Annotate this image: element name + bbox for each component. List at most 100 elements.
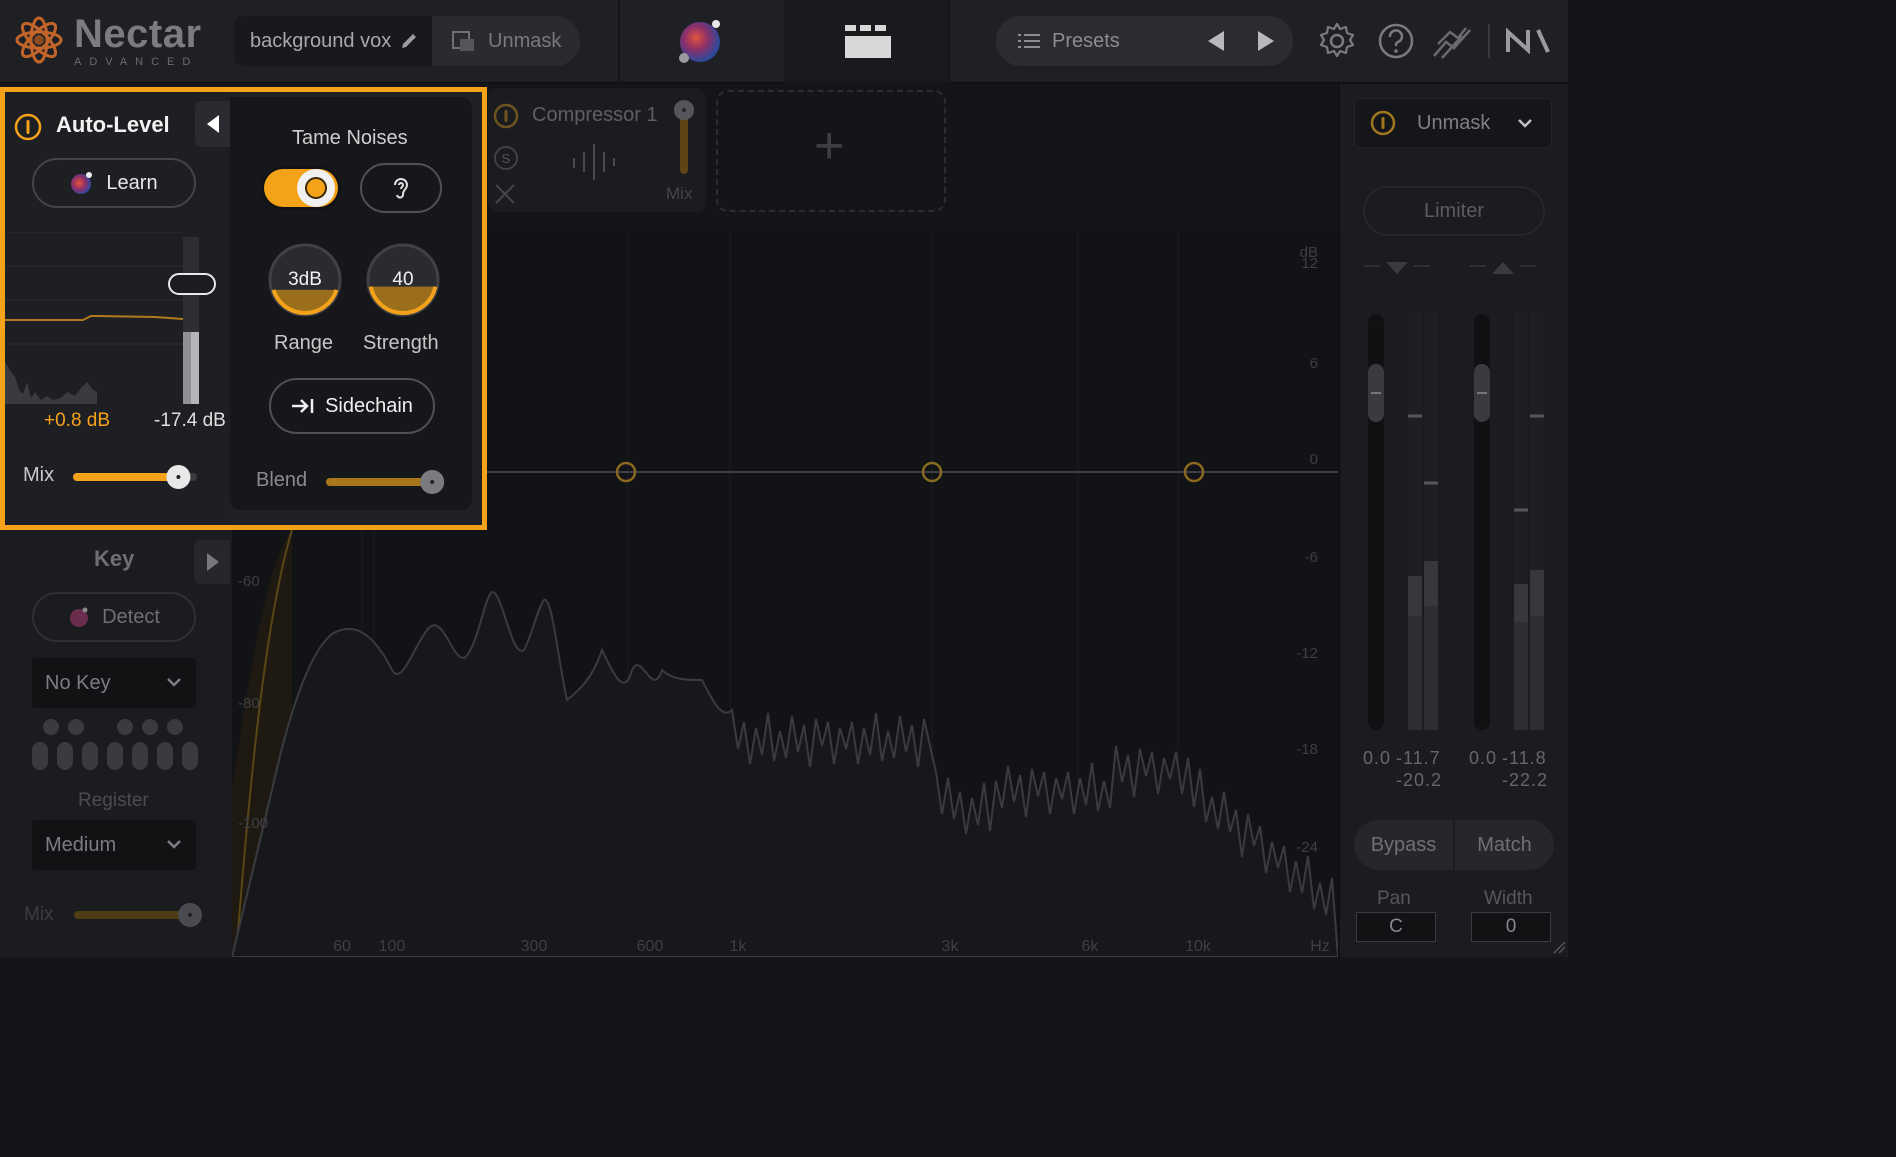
freq-label: 100 [379, 938, 406, 955]
preset-name-field[interactable]: background vox [234, 16, 432, 66]
meter-left-rms-a: -11.7 [1396, 748, 1441, 768]
freq-label: 6k [1082, 938, 1100, 955]
strength-label: Strength [363, 332, 439, 354]
blend-label: Blend [256, 469, 308, 491]
chevron-down-icon [1518, 119, 1532, 128]
freq-label: 60 [333, 938, 351, 955]
sidechain-button[interactable]: Sidechain [269, 378, 435, 434]
next-arrow-icon[interactable] [1256, 30, 1276, 52]
freq-label: Hz [1310, 938, 1330, 955]
sidechain-label: Sidechain [325, 394, 413, 417]
power-icon[interactable] [1369, 109, 1397, 137]
preset-name-text: background vox [250, 29, 392, 52]
help-icon[interactable] [1378, 22, 1414, 60]
register-select[interactable]: Medium [32, 820, 196, 870]
register-label: Register [78, 790, 149, 811]
key-mix-slider[interactable] [72, 902, 206, 928]
close-icon[interactable] [493, 182, 517, 206]
meter-left-rms-b: -20.2 [1396, 770, 1443, 790]
spectrum-trace [232, 591, 1338, 957]
divider [618, 0, 620, 83]
detect-button[interactable]: Detect [32, 592, 196, 642]
limiter-button[interactable]: Limiter [1363, 186, 1545, 236]
match-button[interactable]: Match [1455, 820, 1554, 870]
listen-noises-button[interactable] [360, 163, 442, 213]
unmask-button[interactable]: Unmask [432, 16, 580, 66]
assistant-orb-icon[interactable] [676, 18, 724, 66]
learn-button[interactable]: Learn [32, 158, 196, 208]
pencil-icon[interactable] [399, 31, 419, 51]
settings-gear-icon[interactable] [1318, 22, 1356, 60]
compressor-waveform-icon [573, 144, 615, 180]
db-scale-label: 6 [1310, 355, 1318, 372]
bypass-match-group: Bypass Match [1354, 820, 1554, 870]
gain-out-marker [1492, 262, 1514, 274]
pan-value-field[interactable]: C [1356, 912, 1436, 942]
divider [1338, 84, 1340, 957]
width-value-field[interactable]: 0 [1471, 912, 1551, 942]
routing-icon[interactable] [1432, 22, 1472, 60]
key-select[interactable]: No Key [32, 658, 196, 708]
width-value: 0 [1505, 916, 1517, 937]
bypass-button[interactable]: Bypass [1354, 820, 1455, 870]
db-scale-label: -18 [1296, 741, 1318, 758]
pan-label: Pan [1377, 888, 1411, 909]
list-icon [1018, 34, 1040, 48]
collapse-arrow-icon [207, 115, 219, 133]
resize-handle-icon[interactable] [1552, 940, 1566, 954]
db-scale-label: -6 [1305, 549, 1318, 566]
prev-arrow-icon[interactable] [1206, 30, 1226, 52]
tame-noises-collapse-button[interactable] [195, 101, 231, 147]
key-expand-button[interactable] [194, 540, 230, 584]
compressor-mix-label: Mix [666, 184, 693, 203]
freq-label: 300 [521, 938, 548, 955]
pan-value: C [1389, 916, 1403, 937]
sidechain-arrow-icon [292, 399, 314, 413]
presets-label: Presets [1052, 29, 1120, 52]
learn-label: Learn [106, 171, 158, 194]
db-scale-label: -12 [1296, 645, 1318, 662]
add-module-icon: + [814, 117, 845, 175]
solo-button[interactable]: S [492, 144, 520, 172]
output-module-select[interactable]: Unmask [1354, 98, 1552, 148]
assistant-orb-icon [71, 172, 93, 194]
compressor-title: Compressor 1 [532, 104, 658, 126]
tame-noises-toggle[interactable] [260, 164, 342, 214]
app-edition: ADVANCED [74, 56, 199, 68]
app-name: Nectar [74, 12, 202, 56]
freq-label: 600 [637, 938, 664, 955]
tame-noises-panel: Tame Noises 3dB Range 40 Strength Sidech… [230, 97, 472, 510]
limiter-label: Limiter [1423, 199, 1484, 222]
mix-slider[interactable] [71, 462, 211, 492]
auto-level-module: Auto-Level Learn +0.8 dB -17.4 dB Mix Ta… [0, 87, 487, 530]
key-select-value: No Key [45, 671, 111, 694]
gain-in-marker [1386, 262, 1408, 274]
power-icon[interactable] [13, 112, 43, 142]
mask-icon [452, 31, 474, 51]
add-module-slot[interactable]: + [716, 90, 946, 212]
expand-arrow-icon [207, 553, 219, 571]
target-level-handle[interactable] [168, 273, 216, 295]
meter-left-peak: 0.0 [1363, 748, 1392, 768]
blend-slider[interactable] [324, 467, 454, 497]
register-select-value: Medium [45, 833, 117, 856]
output-module-label: Unmask [1417, 111, 1491, 134]
key-keyboard-display [32, 719, 198, 770]
freq-label: 3k [942, 938, 960, 955]
chevron-down-icon [167, 840, 181, 849]
left-scale-label: -60 [238, 573, 260, 590]
db-scale-label: 12 [1301, 255, 1318, 272]
presets-bar[interactable]: Presets [996, 16, 1293, 66]
range-label: Range [274, 332, 333, 354]
module-grid-icon [845, 25, 891, 58]
power-icon[interactable] [492, 102, 520, 130]
left-scale-label: -80 [238, 695, 260, 712]
output-meters [1364, 262, 1544, 730]
compressor-module[interactable]: Compressor 1 S Mix [488, 88, 706, 212]
nectar-logo-icon [15, 16, 63, 64]
detect-label: Detect [102, 605, 160, 628]
compressor-mix-slider[interactable] [674, 100, 694, 178]
nectar-logo: Nectar ADVANCED [12, 12, 202, 68]
ear-icon [394, 178, 409, 199]
freq-label: 1k [730, 938, 748, 955]
